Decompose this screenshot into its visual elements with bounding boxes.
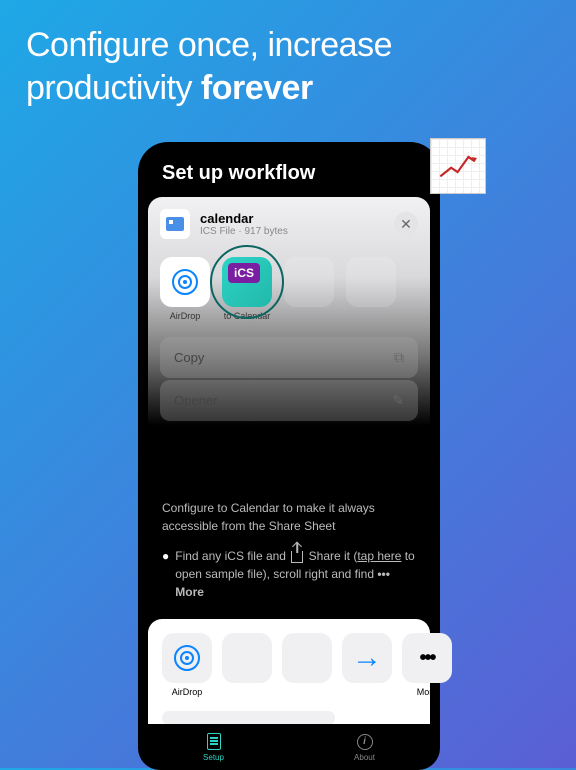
bottom-placeholder[interactable]: [282, 633, 332, 683]
tap-here-link[interactable]: tap here: [357, 549, 401, 563]
share-sheet: calendar ICS File · 917 bytes ✕ AirDrop …: [148, 197, 430, 483]
airdrop-icon: [172, 269, 198, 295]
action-opener[interactable]: Opener ✎: [160, 380, 418, 421]
file-name: calendar: [200, 211, 384, 226]
share-target-airdrop[interactable]: AirDrop: [160, 257, 210, 321]
info-icon: [357, 734, 373, 750]
page-title: Set up workflow: [148, 152, 430, 197]
pencil-icon: ✎: [392, 392, 404, 409]
to-calendar-app-icon: iCS: [222, 257, 272, 307]
phone-mockup: Set up workflow calendar ICS File · 917 …: [138, 142, 440, 770]
bottom-airdrop[interactable]: AirDrop: [162, 633, 212, 697]
bottom-arrow[interactable]: →: [342, 633, 392, 683]
tab-about[interactable]: About: [354, 733, 375, 762]
file-meta: ICS File · 917 bytes: [200, 226, 384, 237]
instruction-configure: Configure to Calendar to make it always …: [162, 499, 416, 535]
arrow-right-icon: →: [352, 641, 382, 675]
share-icon: [291, 551, 303, 563]
chart-sticker-icon: [430, 138, 486, 194]
share-targets-row: AirDrop iCS to Calendar: [160, 257, 418, 321]
close-button[interactable]: ✕: [394, 212, 418, 236]
setup-icon: [207, 733, 221, 750]
file-header: calendar ICS File · 917 bytes ✕: [160, 209, 418, 239]
marketing-headline: Configure once, increase productivity fo…: [0, 0, 576, 109]
more-dots-icon: •••: [419, 647, 434, 670]
share-target-placeholder[interactable]: [284, 257, 334, 321]
bottom-more[interactable]: ••• More: [402, 633, 452, 697]
share-target-to-calendar[interactable]: iCS to Calendar: [222, 257, 272, 321]
instructions: Configure to Calendar to make it always …: [148, 483, 430, 611]
ics-file-icon: [160, 209, 190, 239]
airdrop-icon: [174, 645, 200, 671]
bottom-placeholder[interactable]: [222, 633, 272, 683]
tab-bar: Setup About: [138, 724, 440, 770]
bottom-share-sheet: AirDrop → ••• More: [148, 619, 430, 731]
share-target-placeholder[interactable]: [346, 257, 396, 321]
bullet-icon: ●: [162, 547, 169, 565]
instruction-step-1: ● Find any iCS file and Share it (tap he…: [162, 547, 416, 601]
action-copy[interactable]: Copy ⧉: [160, 337, 418, 378]
tab-setup[interactable]: Setup: [203, 733, 224, 762]
copy-icon: ⧉: [394, 349, 404, 366]
list-row-placeholder: [162, 711, 335, 725]
